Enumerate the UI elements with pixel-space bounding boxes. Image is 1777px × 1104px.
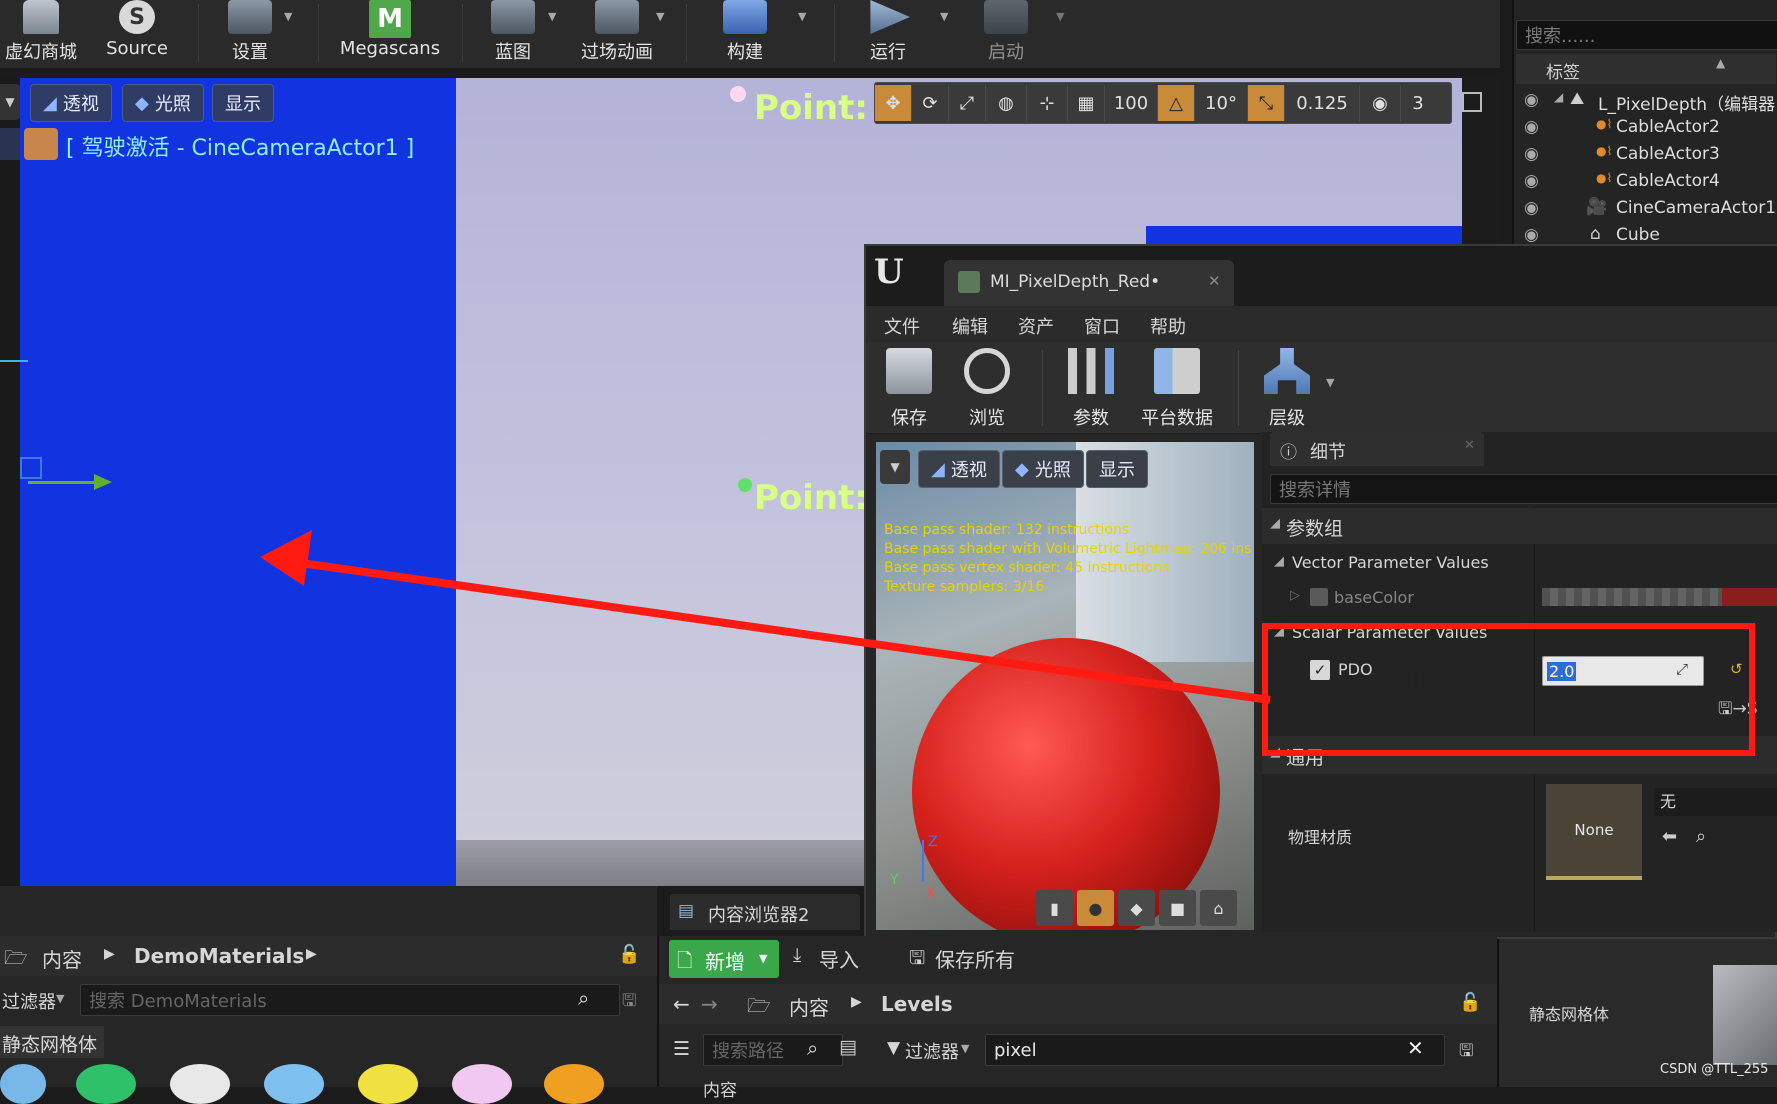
annotation-arrow-shaft	[293, 558, 1271, 704]
annotation-overlay	[260, 530, 1755, 756]
watermark-text: CSDN @TTL_255	[1660, 1062, 1769, 1077]
text-cursor-icon: Ι	[1412, 664, 1420, 694]
annotation-arrowhead-icon	[260, 530, 312, 586]
annotation-highlight-box	[1262, 623, 1755, 756]
